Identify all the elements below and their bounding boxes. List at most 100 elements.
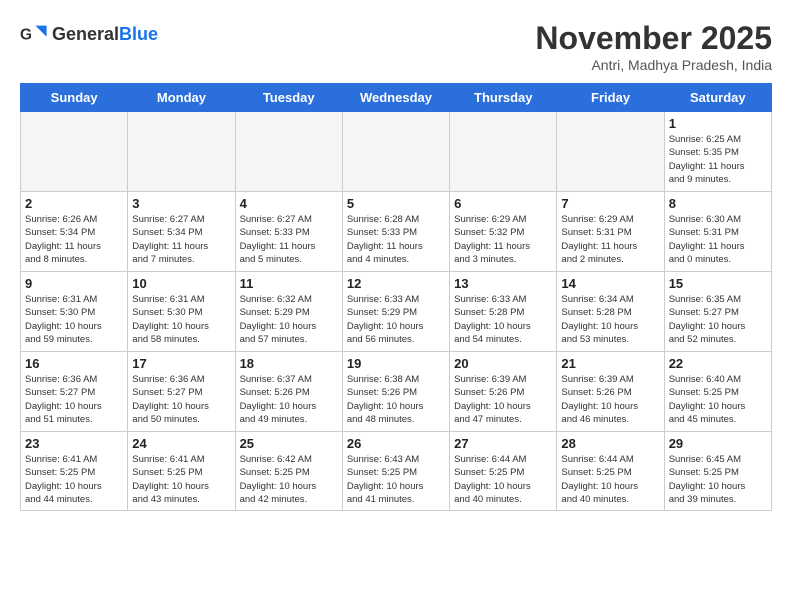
table-row: 24 Sunrise: 6:41 AM Sunset: 5:25 PM Dayli…: [128, 432, 235, 511]
header-saturday: Saturday: [664, 84, 771, 112]
month-title: November 2025: [535, 20, 772, 57]
table-row: 21 Sunrise: 6:39 AM Sunset: 5:26 PM Dayli…: [557, 352, 664, 432]
table-row: 6 Sunrise: 6:29 AM Sunset: 5:32 PM Daylig…: [450, 192, 557, 272]
day-number: 15: [669, 276, 767, 291]
table-row: [557, 112, 664, 192]
table-row: [128, 112, 235, 192]
day-number: 11: [240, 276, 338, 291]
day-info: Sunrise: 6:41 AM Sunset: 5:25 PM Dayligh…: [132, 453, 230, 506]
table-row: 20 Sunrise: 6:39 AM Sunset: 5:26 PM Dayli…: [450, 352, 557, 432]
table-row: 15 Sunrise: 6:35 AM Sunset: 5:27 PM Dayli…: [664, 272, 771, 352]
day-number: 10: [132, 276, 230, 291]
day-info: Sunrise: 6:36 AM Sunset: 5:27 PM Dayligh…: [25, 373, 123, 426]
day-number: 23: [25, 436, 123, 451]
day-info: Sunrise: 6:32 AM Sunset: 5:29 PM Dayligh…: [240, 293, 338, 346]
day-number: 24: [132, 436, 230, 451]
day-info: Sunrise: 6:35 AM Sunset: 5:27 PM Dayligh…: [669, 293, 767, 346]
table-row: 27 Sunrise: 6:44 AM Sunset: 5:25 PM Dayli…: [450, 432, 557, 511]
table-row: 23 Sunrise: 6:41 AM Sunset: 5:25 PM Dayli…: [21, 432, 128, 511]
day-info: Sunrise: 6:43 AM Sunset: 5:25 PM Dayligh…: [347, 453, 445, 506]
day-info: Sunrise: 6:25 AM Sunset: 5:35 PM Dayligh…: [669, 133, 767, 186]
table-row: 5 Sunrise: 6:28 AM Sunset: 5:33 PM Daylig…: [342, 192, 449, 272]
header-monday: Monday: [128, 84, 235, 112]
day-number: 2: [25, 196, 123, 211]
day-info: Sunrise: 6:39 AM Sunset: 5:26 PM Dayligh…: [561, 373, 659, 426]
day-info: Sunrise: 6:42 AM Sunset: 5:25 PM Dayligh…: [240, 453, 338, 506]
logo: G GeneralBlue: [20, 20, 158, 48]
day-number: 4: [240, 196, 338, 211]
day-number: 29: [669, 436, 767, 451]
day-info: Sunrise: 6:38 AM Sunset: 5:26 PM Dayligh…: [347, 373, 445, 426]
day-info: Sunrise: 6:33 AM Sunset: 5:29 PM Dayligh…: [347, 293, 445, 346]
header-wednesday: Wednesday: [342, 84, 449, 112]
table-row: 10 Sunrise: 6:31 AM Sunset: 5:30 PM Dayli…: [128, 272, 235, 352]
header-thursday: Thursday: [450, 84, 557, 112]
title-section: November 2025 Antri, Madhya Pradesh, Ind…: [535, 20, 772, 73]
day-number: 17: [132, 356, 230, 371]
table-row: 22Sunrise: 6:40 AM Sunset: 5:25 PM Dayli…: [664, 352, 771, 432]
table-row: 18Sunrise: 6:37 AM Sunset: 5:26 PM Dayli…: [235, 352, 342, 432]
day-info: Sunrise: 6:27 AM Sunset: 5:33 PM Dayligh…: [240, 213, 338, 266]
day-info: Sunrise: 6:29 AM Sunset: 5:31 PM Dayligh…: [561, 213, 659, 266]
day-info: Sunrise: 6:45 AM Sunset: 5:25 PM Dayligh…: [669, 453, 767, 506]
table-row: 4 Sunrise: 6:27 AM Sunset: 5:33 PM Daylig…: [235, 192, 342, 272]
day-number: 8: [669, 196, 767, 211]
calendar-table: Sunday Monday Tuesday Wednesday Thursday…: [20, 83, 772, 511]
table-row: [21, 112, 128, 192]
day-info: Sunrise: 6:37 AM Sunset: 5:26 PM Dayligh…: [240, 373, 338, 426]
table-row: 2 Sunrise: 6:26 AM Sunset: 5:34 PM Daylig…: [21, 192, 128, 272]
day-number: 6: [454, 196, 552, 211]
table-row: 12 Sunrise: 6:33 AM Sunset: 5:29 PM Dayli…: [342, 272, 449, 352]
day-number: 14: [561, 276, 659, 291]
table-row: [450, 112, 557, 192]
table-row: 14 Sunrise: 6:34 AM Sunset: 5:28 PM Dayli…: [557, 272, 664, 352]
day-number: 28: [561, 436, 659, 451]
table-row: 26 Sunrise: 6:43 AM Sunset: 5:25 PM Dayli…: [342, 432, 449, 511]
day-number: 16: [25, 356, 123, 371]
day-number: 12: [347, 276, 445, 291]
page-header: G GeneralBlue November 2025 Antri, Madhy…: [20, 20, 772, 73]
day-info: Sunrise: 6:39 AM Sunset: 5:26 PM Dayligh…: [454, 373, 552, 426]
logo-text: GeneralBlue: [52, 24, 158, 45]
day-number: 27: [454, 436, 552, 451]
day-info: Sunrise: 6:36 AM Sunset: 5:27 PM Dayligh…: [132, 373, 230, 426]
header-tuesday: Tuesday: [235, 84, 342, 112]
table-row: 17 Sunrise: 6:36 AM Sunset: 5:27 PM Dayli…: [128, 352, 235, 432]
location-subtitle: Antri, Madhya Pradesh, India: [535, 57, 772, 73]
table-row: 25 Sunrise: 6:42 AM Sunset: 5:25 PM Dayli…: [235, 432, 342, 511]
day-info: Sunrise: 6:29 AM Sunset: 5:32 PM Dayligh…: [454, 213, 552, 266]
day-number: 1: [669, 116, 767, 131]
day-number: 20: [454, 356, 552, 371]
day-info: Sunrise: 6:28 AM Sunset: 5:33 PM Dayligh…: [347, 213, 445, 266]
day-info: Sunrise: 6:31 AM Sunset: 5:30 PM Dayligh…: [132, 293, 230, 346]
day-number: 21: [561, 356, 659, 371]
table-row: 9 Sunrise: 6:31 AM Sunset: 5:30 PM Daylig…: [21, 272, 128, 352]
day-number: 25: [240, 436, 338, 451]
day-number: 13: [454, 276, 552, 291]
day-number: 9: [25, 276, 123, 291]
day-info: Sunrise: 6:26 AM Sunset: 5:34 PM Dayligh…: [25, 213, 123, 266]
day-info: Sunrise: 6:31 AM Sunset: 5:30 PM Dayligh…: [25, 293, 123, 346]
table-row: 7 Sunrise: 6:29 AM Sunset: 5:31 PM Daylig…: [557, 192, 664, 272]
day-number: 5: [347, 196, 445, 211]
table-row: 8 Sunrise: 6:30 AM Sunset: 5:31 PM Daylig…: [664, 192, 771, 272]
svg-text:G: G: [20, 27, 32, 44]
day-info: Sunrise: 6:41 AM Sunset: 5:25 PM Dayligh…: [25, 453, 123, 506]
day-info: Sunrise: 6:33 AM Sunset: 5:28 PM Dayligh…: [454, 293, 552, 346]
table-row: 16 Sunrise: 6:36 AM Sunset: 5:27 PM Dayli…: [21, 352, 128, 432]
table-row: [342, 112, 449, 192]
day-info: Sunrise: 6:34 AM Sunset: 5:28 PM Dayligh…: [561, 293, 659, 346]
day-info: Sunrise: 6:40 AM Sunset: 5:25 PM Dayligh…: [669, 373, 767, 426]
day-info: Sunrise: 6:44 AM Sunset: 5:25 PM Dayligh…: [561, 453, 659, 506]
day-number: 3: [132, 196, 230, 211]
day-number: 7: [561, 196, 659, 211]
day-info: Sunrise: 6:30 AM Sunset: 5:31 PM Dayligh…: [669, 213, 767, 266]
day-number: 19: [347, 356, 445, 371]
day-info: Sunrise: 6:44 AM Sunset: 5:25 PM Dayligh…: [454, 453, 552, 506]
table-row: 29 Sunrise: 6:45 AM Sunset: 5:25 PM Dayli…: [664, 432, 771, 511]
table-row: 3 Sunrise: 6:27 AM Sunset: 5:34 PM Daylig…: [128, 192, 235, 272]
header-friday: Friday: [557, 84, 664, 112]
day-info: Sunrise: 6:27 AM Sunset: 5:34 PM Dayligh…: [132, 213, 230, 266]
day-number: 26: [347, 436, 445, 451]
table-row: 28 Sunrise: 6:44 AM Sunset: 5:25 PM Dayli…: [557, 432, 664, 511]
